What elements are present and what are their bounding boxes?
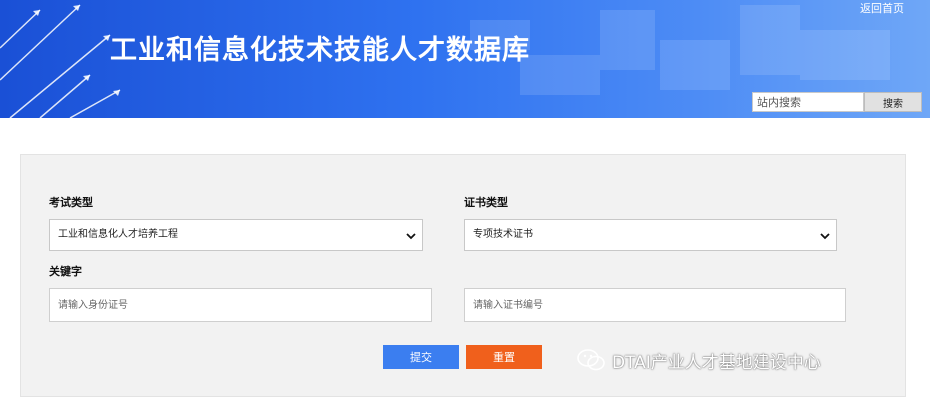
exam-type-selected: 工业和信息化人才培养工程: [58, 229, 178, 240]
site-search: 搜索: [752, 92, 924, 112]
exam-type-select[interactable]: 工业和信息化人才培养工程: [49, 219, 423, 251]
page-title: 工业和信息化技术技能人才数据库: [110, 35, 530, 66]
cert-type-select[interactable]: 专项技术证书: [464, 219, 837, 251]
cert-type-label: 证书类型: [464, 196, 508, 209]
back-home-link[interactable]: 返回首页: [860, 0, 904, 16]
watermark-text: DTAI产业人才基地建设中心: [612, 352, 821, 373]
chevron-down-icon: [820, 233, 830, 240]
header-banner: 工业和信息化技术技能人才数据库 返回首页 搜索: [0, 0, 930, 118]
exam-type-label: 考试类型: [49, 196, 93, 209]
chevron-down-icon: [406, 233, 416, 240]
cert-type-selected: 专项技术证书: [473, 229, 533, 240]
keyword-label: 关键字: [49, 265, 82, 278]
id-number-input[interactable]: [49, 288, 432, 322]
wechat-icon: [577, 349, 605, 371]
watermark: DTAI产业人才基地建设中心: [576, 345, 821, 375]
submit-button[interactable]: 提交: [383, 345, 459, 369]
site-search-button[interactable]: 搜索: [864, 92, 922, 112]
reset-button[interactable]: 重置: [466, 345, 542, 369]
cert-number-input[interactable]: [464, 288, 846, 322]
site-search-input[interactable]: [752, 92, 864, 112]
